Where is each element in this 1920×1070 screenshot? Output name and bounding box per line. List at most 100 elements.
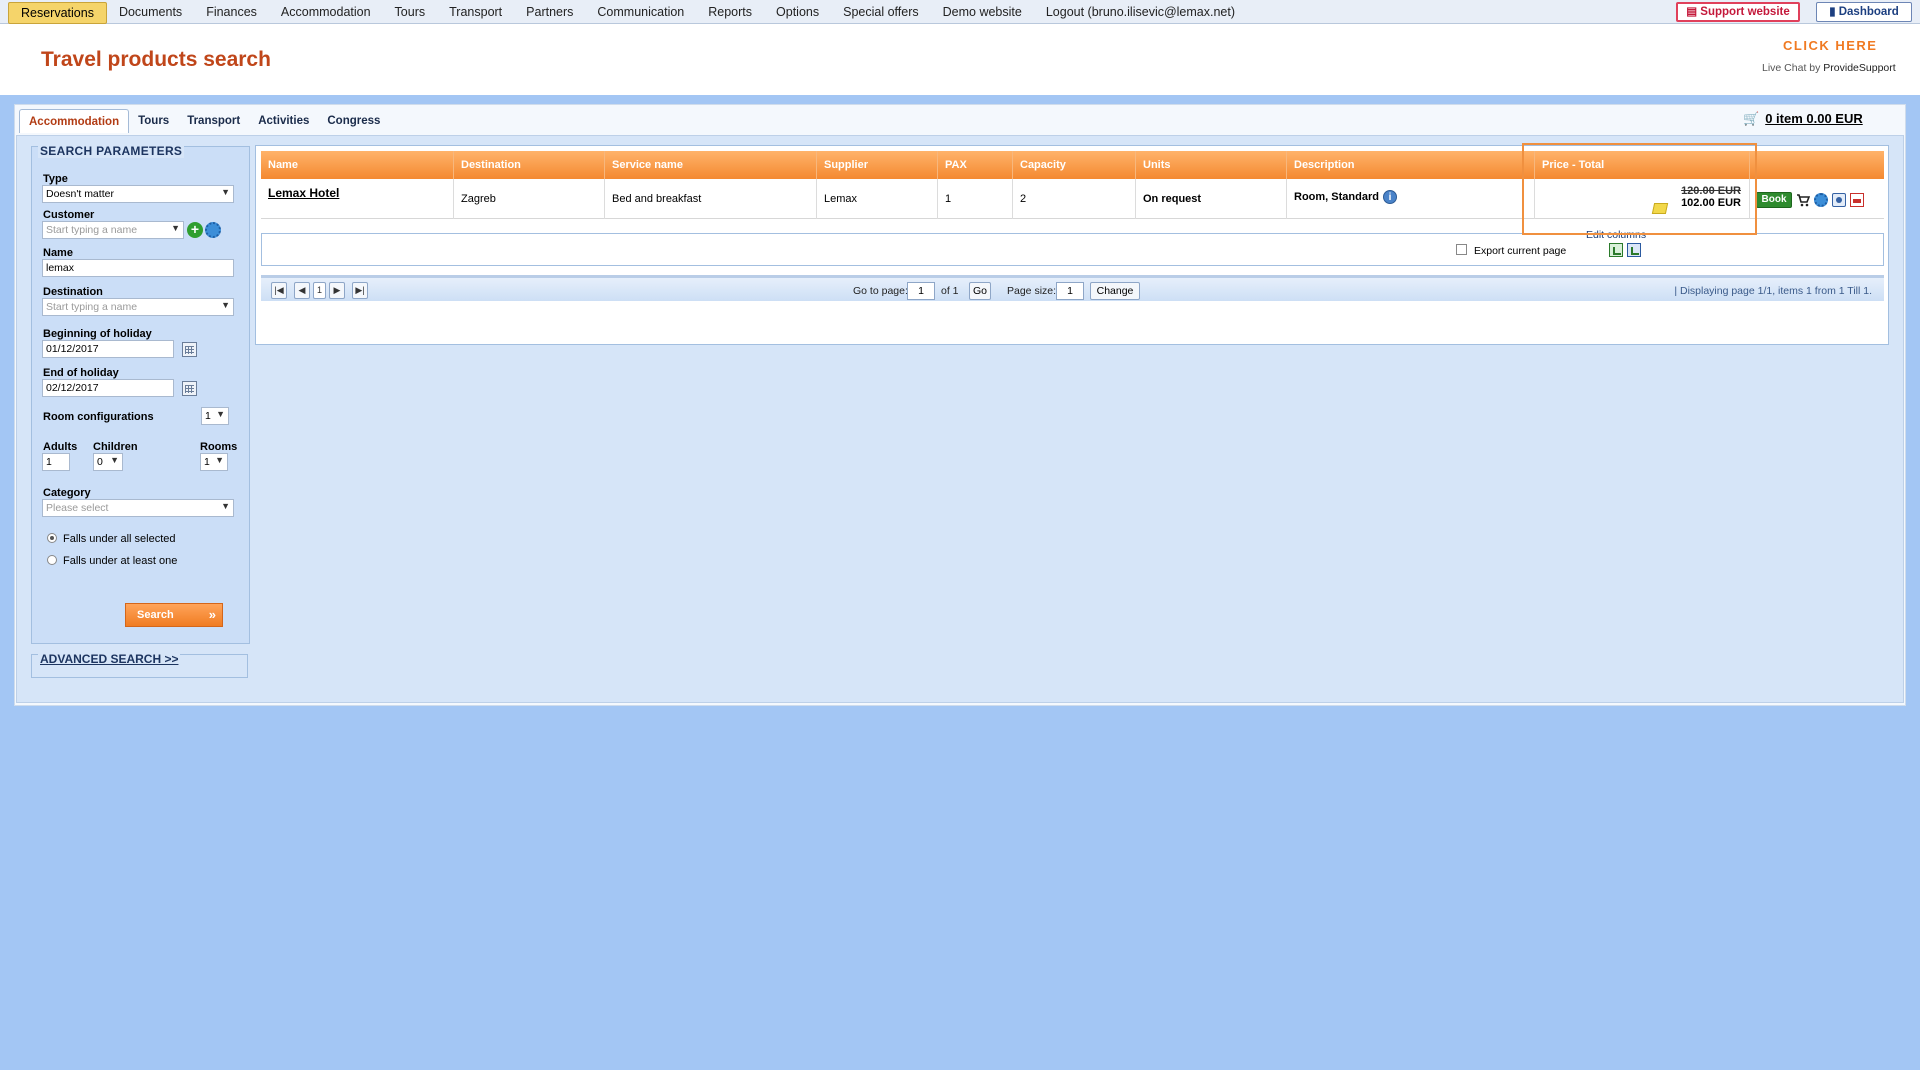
product-tabs: Accommodation Tours Transport Activities… [19,109,389,133]
description-text: Room, Standard [1294,191,1379,203]
tab-activities[interactable]: Activities [249,109,318,133]
page-number-button[interactable]: 1 [313,282,326,299]
add-customer-icon[interactable]: + [187,222,203,238]
change-button[interactable]: Change [1090,282,1140,300]
chevron-down-icon: ▼ [221,187,230,197]
menu-documents[interactable]: Documents [107,2,194,24]
live-chat-prefix: Live Chat by [1762,62,1821,74]
word-export-icon[interactable] [1627,243,1641,257]
cell-capacity: 2 [1013,179,1136,219]
next-page-button[interactable]: ▶ [329,282,345,299]
menu-accommodation[interactable]: Accommodation [269,2,383,24]
column-header-destination[interactable]: Destination [454,151,605,179]
add-to-cart-icon[interactable] [1796,193,1810,207]
go-button[interactable]: Go [969,282,991,300]
go-to-page-input[interactable]: 1 [907,282,935,300]
menu-communication[interactable]: Communication [585,2,696,24]
cart-summary[interactable]: 🛒 0 item 0.00 EUR [1743,111,1863,127]
radio-falls-under-all-label: Falls under all selected [63,533,176,545]
room-configurations-label: Room configurations [43,411,154,423]
radio-falls-under-all[interactable] [47,533,57,543]
customer-settings-icon[interactable] [205,222,221,238]
settings-gear-icon[interactable] [1814,193,1828,207]
tab-tours[interactable]: Tours [129,109,178,133]
price-highlight-box [1522,143,1757,235]
menu-finances[interactable]: Finances [194,2,269,24]
type-select[interactable]: Doesn't matter ▼ [42,185,234,203]
cart-total[interactable]: 0 item 0.00 EUR [1765,111,1863,126]
menu-reports[interactable]: Reports [696,2,764,24]
info-icon[interactable]: i [1382,190,1397,205]
book-button[interactable]: Book [1756,192,1792,208]
menu-logout[interactable]: Logout (bruno.ilisevic@lemax.net) [1034,2,1247,24]
column-header-service-name[interactable]: Service name [605,151,817,179]
menu-tours[interactable]: Tours [383,2,438,24]
live-chat-brand[interactable]: ProvideSupport [1823,62,1895,74]
main-menu: Reservations Documents Finances Accommod… [8,2,1247,24]
calendar-icon[interactable] [182,381,197,396]
advanced-search-link[interactable]: ADVANCED SEARCH >> [38,652,181,666]
support-website-button[interactable]: ▤ Support website [1676,2,1800,22]
dashboard-button[interactable]: ▮ Dashboard [1816,2,1912,22]
adults-input[interactable]: 1 [42,453,70,471]
customer-input[interactable]: Start typing a name ▼ [42,221,184,239]
support-website-label: Support website [1700,6,1790,18]
first-page-button[interactable]: |◀ [271,282,287,299]
menu-options[interactable]: Options [764,2,831,24]
type-select-value: Doesn't matter [46,188,114,200]
rooms-label: Rooms [200,441,238,453]
end-date-input[interactable]: 02/12/2017 [42,379,174,397]
preview-icon[interactable] [1832,193,1846,207]
chevron-down-icon: ▼ [215,455,224,465]
column-header-supplier[interactable]: Supplier [817,151,938,179]
pagination-info: | Displaying page 1/1, items 1 from 1 Ti… [1674,285,1872,297]
children-select[interactable]: 0 ▼ [93,453,123,471]
column-header-actions [1750,151,1884,179]
top-navigation: Reservations Documents Finances Accommod… [0,0,1920,24]
menu-partners[interactable]: Partners [514,2,585,24]
tab-accommodation[interactable]: Accommodation [19,109,130,133]
menu-transport[interactable]: Transport [437,2,514,24]
export-current-page-label: Export current page [1474,245,1567,257]
menu-demo-website[interactable]: Demo website [931,2,1034,24]
tab-transport[interactable]: Transport [178,109,249,133]
menu-reservations[interactable]: Reservations [8,2,107,24]
search-button-label: Search [137,609,174,621]
name-input[interactable]: lemax [42,259,234,277]
excel-export-icon[interactable] [1609,243,1623,257]
menu-special-offers[interactable]: Special offers [831,2,931,24]
tab-congress[interactable]: Congress [318,109,389,133]
room-configurations-select[interactable]: 1 ▼ [201,407,229,425]
previous-page-button[interactable]: ◀ [294,282,310,299]
pdf-icon[interactable] [1850,193,1864,207]
column-header-capacity[interactable]: Capacity [1013,151,1136,179]
last-page-button[interactable]: ▶| [352,282,368,299]
type-label: Type [43,173,68,185]
cell-destination: Zagreb [454,179,605,219]
live-chat-link[interactable]: CLICK HERE [1783,38,1877,53]
cell-service-name: Bed and breakfast [605,179,817,219]
document-icon: ▤ [1686,6,1701,18]
room-configurations-value: 1 [205,410,211,422]
page-size-input[interactable]: 1 [1056,282,1084,300]
radio-falls-under-one[interactable] [47,555,57,565]
chevron-down-icon: ▼ [171,223,180,233]
beginning-date-input[interactable]: 01/12/2017 [42,340,174,358]
column-header-units[interactable]: Units [1136,151,1287,179]
destination-placeholder: Start typing a name [46,301,138,313]
column-header-description[interactable]: Description [1287,151,1535,179]
page-size-label: Page size: [1007,285,1057,297]
rooms-select[interactable]: 1 ▼ [200,453,228,471]
export-current-page-checkbox[interactable] [1456,244,1467,255]
destination-input[interactable]: Start typing a name ▼ [42,298,234,316]
pagination-bar: |◀ ◀ 1 ▶ ▶| Go to page: 1 of 1 Go Page s… [261,275,1884,301]
column-header-name[interactable]: Name [261,151,454,179]
cell-name: Lemax Hotel [261,179,454,219]
search-button[interactable]: Search » [125,603,223,627]
calendar-icon[interactable] [182,342,197,357]
double-chevron-right-icon: » [208,607,216,622]
column-header-pax[interactable]: PAX [938,151,1013,179]
cell-actions: Book [1750,179,1884,219]
hotel-name-link[interactable]: Lemax Hotel [268,186,339,200]
category-select[interactable]: Please select ▼ [42,499,234,517]
